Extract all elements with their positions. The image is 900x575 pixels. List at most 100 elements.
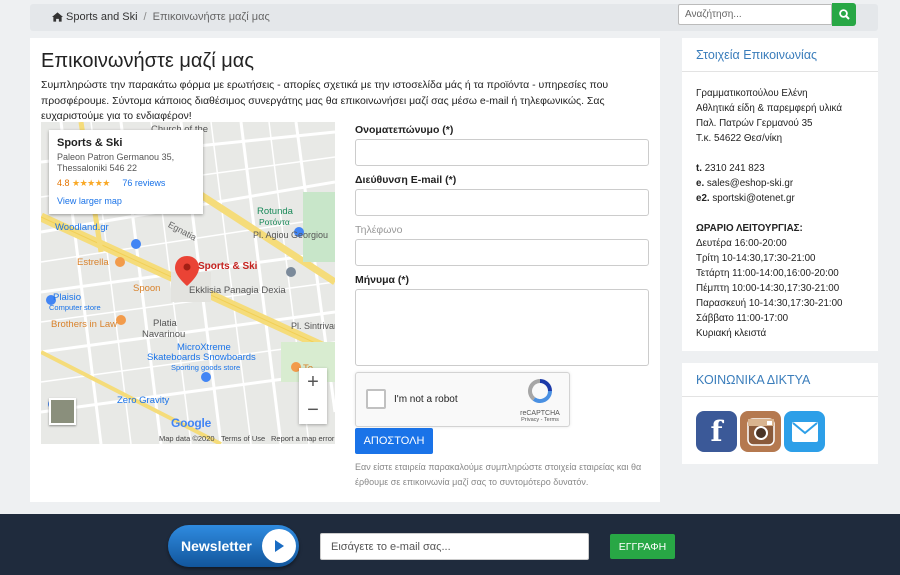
intro-text: Συμπληρώστε την παρακάτω φόρμα με ερωτήσ… — [41, 79, 609, 122]
contact-email-value[interactable]: sales@eshop-ski.gr — [707, 178, 793, 189]
mail-button[interactable] — [784, 411, 825, 452]
rating-stars-icon: ★★★★★ — [72, 178, 110, 188]
newsletter-button[interactable]: Newsletter — [168, 525, 299, 567]
phone-label: Τηλέφωνο — [355, 224, 403, 236]
place-address-2: Thessaloniki 546 22 — [57, 163, 138, 173]
place-rating: 4.8 ★★★★★ 76 reviews — [57, 178, 195, 189]
instagram-button[interactable] — [740, 411, 781, 452]
home-icon — [52, 12, 63, 22]
email-label: Διεύθυνση E-mail (*) — [355, 174, 457, 186]
mail-icon — [791, 421, 818, 442]
breadcrumb-home-link[interactable]: Sports and Ski — [66, 11, 138, 23]
contact-line-4: Τ.κ. 54622 Θεσ/νίκη — [696, 133, 783, 144]
zoom-out-button[interactable]: − — [299, 396, 327, 424]
contact-phone-value[interactable]: 2310 241 823 — [705, 163, 765, 174]
contact-email2: e2. sportski@otenet.gr — [696, 193, 795, 204]
footer: Newsletter ΕΓΓΡΑΦΗ — [0, 514, 900, 575]
message-label: Μήνυμα (*) — [355, 274, 409, 286]
contact-panel: Επικοινωνήστε μαζί μας Συμπληρώστε την π… — [30, 38, 660, 502]
satellite-toggle[interactable] — [49, 398, 76, 425]
phone-field[interactable] — [355, 239, 649, 266]
map-label-sintrivani: Pl. Sintrivan — [291, 321, 335, 331]
breadcrumb: Sports and Ski / Επικοινωνήστε μαζί μας — [52, 11, 270, 23]
contact-line-2: Αθλητικά είδη & παρεμφερή υλικά — [696, 103, 842, 114]
map-terms-link[interactable]: Terms of Use — [221, 434, 265, 443]
map-footer: Map data ©2020 Terms of Use Report a map… — [41, 432, 335, 444]
map-zoom-control: + − — [299, 368, 327, 424]
map-pin-label: Sports & Ski — [198, 261, 258, 272]
map-label-woodland: Woodland.gr — [55, 222, 109, 233]
view-larger-map-link[interactable]: View larger map — [57, 196, 195, 206]
recaptcha-text: I'm not a robot — [394, 394, 458, 405]
hours-tuesday: Τρίτη 10-14:30,17:30-21:00 — [696, 253, 816, 264]
map-place-card: Sports & Ski Paleon Patron Germanou 35, … — [49, 130, 203, 214]
map-label-rotunda-gr: Ροτόντα — [259, 217, 290, 227]
newsletter-email-input[interactable] — [320, 533, 589, 560]
hours-title: ΩΡΑΡΙΟ ΛΕΙΤΟΥΡΓΙΑΣ: — [696, 223, 803, 234]
place-name: Sports & Ski — [57, 137, 123, 149]
map-label-spoon: Spoon — [133, 283, 161, 294]
hours-friday: Παρασκευή 10-14:30,17:30-21:00 — [696, 298, 843, 309]
recaptcha-links[interactable]: Privacy - Terms — [518, 417, 562, 423]
hours-saturday: Σάββατο 11:00-17:00 — [696, 313, 789, 324]
social-links: f — [682, 397, 878, 452]
reviews-link[interactable]: 76 reviews — [122, 178, 165, 188]
contact-phone: t. 2310 241 823 — [696, 163, 765, 174]
company-note: Εαν είστε εταιρεία παρακαλούμε συμπληρώσ… — [355, 462, 642, 487]
recaptcha-logo: reCAPTCHA Privacy - Terms — [518, 379, 562, 423]
play-arrow-icon — [262, 529, 296, 563]
map-label-micro2: Skateboards Snowboards — [147, 352, 256, 363]
hours-thursday: Πέμπτη 10:00-14:30,17:30-21:00 — [696, 283, 840, 294]
search-input[interactable] — [678, 4, 832, 25]
send-button[interactable]: ΑΠΟΣΤΟΛΗ — [355, 428, 433, 454]
zoom-in-button[interactable]: + — [299, 368, 327, 396]
map-label-rotunda: Rotunda — [257, 206, 293, 217]
name-field[interactable] — [355, 139, 649, 166]
message-field[interactable] — [355, 289, 649, 366]
facebook-button[interactable]: f — [696, 411, 737, 452]
instagram-icon — [746, 417, 775, 446]
contact-line-1: Γραμματικοπούλου Ελένη — [696, 88, 808, 99]
social-title: ΚΟΙΝΩΝΙΚΑ ΔΙΚΤΥΑ — [682, 363, 878, 397]
breadcrumb-current: Επικοινωνήστε μαζί μας — [152, 11, 270, 23]
contact-email: e. sales@eshop-ski.gr — [696, 178, 794, 189]
rating-value: 4.8 — [57, 178, 70, 188]
map-label-agiou: Pl. Agiou Georgiou — [253, 230, 329, 240]
contact-info-title: Στοιχεία Επικοινωνίας — [682, 38, 878, 72]
newsletter-signup-button[interactable]: ΕΓΓΡΑΦΗ — [610, 534, 675, 559]
hours-sunday: Κυριακή κλειστά — [696, 328, 767, 339]
recaptcha-icon — [528, 379, 552, 403]
map-data-text: Map data ©2020 — [159, 434, 215, 443]
contact-info-body: Γραμματικοπούλου Ελένη Αθλητικά είδη & π… — [682, 72, 878, 341]
map-label-navarinou: Navarinou — [142, 329, 186, 340]
newsletter-label: Newsletter — [181, 538, 252, 554]
map-label-estrella: Estrella — [77, 257, 109, 268]
map-label-brothers: Brothers in Law — [51, 319, 118, 330]
contact-info-box: Στοιχεία Επικοινωνίας Γραμματικοπούλου Ε… — [682, 38, 878, 351]
breadcrumb-separator: / — [143, 11, 147, 23]
map-label-micro-sub: Sporting goods store — [171, 363, 241, 372]
map-label-zero: Zero Gravity — [117, 395, 170, 406]
place-address-1: Paleon Patron Germanou 35, — [57, 152, 175, 162]
search-button[interactable] — [832, 3, 856, 26]
map-label-plaisio: Plaisio — [53, 292, 81, 303]
facebook-icon: f — [710, 415, 723, 448]
search-icon — [838, 9, 850, 20]
hours-monday: Δευτέρα 16:00-20:00 — [696, 238, 787, 249]
contact-email2-value[interactable]: sportski@otenet.gr — [712, 193, 794, 204]
map-label-platia: Platia — [153, 318, 177, 329]
recaptcha-checkbox[interactable] — [366, 389, 386, 409]
google-map[interactable]: Church of the Woodland.gr Egnatia Rotund… — [41, 122, 335, 444]
email-field[interactable] — [355, 189, 649, 216]
map-label-ekklisia: Ekklisia Panagia Dexia — [189, 285, 286, 296]
map-report-link[interactable]: Report a map error — [271, 434, 334, 443]
recaptcha-brand: reCAPTCHA — [520, 410, 560, 417]
name-label: Ονοματεπώνυμο (*) — [355, 124, 454, 136]
recaptcha-widget: I'm not a robot reCAPTCHA Privacy - Term… — [355, 372, 570, 427]
page-title: Επικοινωνήστε μαζί μας — [41, 50, 254, 72]
google-logo: Google — [171, 416, 212, 430]
map-label-plaisio-sub: Computer store — [49, 303, 101, 312]
contact-line-3: Παλ. Πατρών Γερμανού 35 — [696, 118, 813, 129]
hours-wednesday: Τετάρτη 11:00-14:00,16:00-20:00 — [696, 268, 839, 279]
social-box: ΚΟΙΝΩΝΙΚΑ ΔΙΚΤΥΑ f — [682, 363, 878, 464]
